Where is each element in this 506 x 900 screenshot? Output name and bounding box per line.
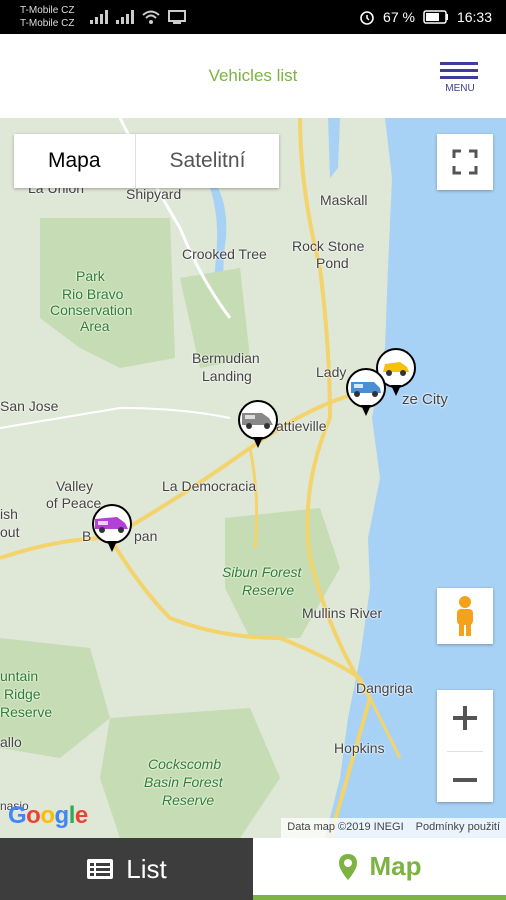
app-header: Vehicles list MENU: [0, 34, 506, 118]
google-logo: Google: [8, 802, 88, 829]
fullscreen-button[interactable]: [437, 134, 493, 190]
menu-label: MENU: [445, 83, 475, 94]
map-data-credit: Data map ©2019 INEGI: [287, 821, 404, 833]
list-icon: [87, 859, 114, 879]
place-label: Park: [76, 268, 105, 284]
vehicle-marker-gray[interactable]: [236, 400, 280, 452]
clock: 16:33: [456, 9, 492, 25]
page-title: Vehicles list: [208, 66, 298, 85]
place-label: Landing: [202, 368, 252, 384]
place-label: Lady: [316, 364, 347, 380]
zoom-out-button[interactable]: [437, 752, 493, 807]
carrier-labels: T-Mobile CZ T-Mobile CZ: [20, 4, 74, 30]
tab-list[interactable]: List: [0, 838, 253, 900]
map-attribution: Data map ©2019 INEGI Podmínky použití: [281, 818, 506, 838]
place-label: Ridge: [4, 686, 41, 702]
place-label: Reserve: [242, 582, 295, 598]
status-bar: T-Mobile CZ T-Mobile CZ 67 % 16:33: [0, 0, 506, 34]
place-label: ish: [0, 506, 18, 522]
place-label: untain: [0, 668, 39, 684]
map-type-map-button[interactable]: Mapa: [14, 134, 136, 188]
map-view[interactable]: La Union Shipyard Maskall Crooked Tree R…: [0, 118, 506, 838]
place-label: Crooked Tree: [182, 246, 267, 262]
place-label: allo: [0, 734, 22, 750]
vehicle-marker-blue[interactable]: [344, 368, 388, 420]
wifi-icon: [142, 10, 160, 24]
place-label: Reserve: [0, 704, 53, 720]
battery-icon: [423, 10, 448, 24]
signal-icon: [90, 10, 108, 24]
place-label: pan: [134, 528, 158, 544]
carrier-1: T-Mobile CZ: [20, 5, 75, 16]
signal-icon-2: [116, 10, 134, 24]
place-label: out: [0, 524, 20, 540]
place-label: Mullins River: [302, 605, 383, 621]
zoom-in-button[interactable]: [437, 690, 493, 746]
place-label: Rio Bravo: [62, 286, 124, 302]
place-label: Hopkins: [334, 740, 385, 756]
carrier-2: T-Mobile CZ: [20, 18, 75, 29]
place-label: Shipyard: [126, 186, 182, 202]
place-label: Valley: [56, 478, 94, 494]
terms-link[interactable]: Podmínky použití: [410, 818, 506, 838]
place-label: Dangriga: [356, 680, 413, 696]
place-label: La Democracia: [162, 478, 257, 494]
place-label: Cockscomb: [148, 756, 222, 772]
tab-list-label: List: [126, 853, 167, 884]
place-label: Rock Stone: [292, 238, 365, 254]
tab-map[interactable]: Map: [253, 838, 506, 900]
street-view-button[interactable]: [437, 588, 493, 644]
alarm-icon: [360, 11, 374, 25]
place-label: Sibun Forest: [222, 564, 302, 580]
map-type-selector: Mapa Satelitní: [14, 134, 280, 188]
status-icons-left: [90, 10, 186, 24]
bottom-tab-bar: List Map: [0, 838, 506, 900]
place-label: attieville: [276, 418, 327, 434]
zoom-control: [437, 690, 493, 802]
pegman-icon: [457, 596, 473, 636]
place-label: Maskall: [320, 192, 368, 208]
map-type-satellite-button[interactable]: Satelitní: [136, 134, 280, 188]
place-label: Conservation: [50, 302, 133, 318]
place-label: Pond: [316, 255, 349, 271]
place-label: Area: [80, 318, 110, 334]
place-label: Bermudian: [192, 350, 260, 366]
fullscreen-icon: [452, 149, 478, 175]
place-label: San Jose: [0, 398, 59, 414]
vehicle-marker-purple[interactable]: [90, 504, 134, 556]
screen-cast-icon: [168, 10, 186, 24]
hamburger-icon: [440, 62, 480, 79]
map-pin-icon: [338, 853, 357, 880]
battery-percent: 67 %: [383, 9, 415, 25]
place-label: Basin Forest: [144, 774, 223, 790]
place-label: Reserve: [162, 792, 215, 808]
menu-button[interactable]: MENU: [440, 62, 480, 94]
status-icons-right: 67 % 16:33: [359, 9, 492, 25]
tab-map-label: Map: [369, 851, 422, 881]
